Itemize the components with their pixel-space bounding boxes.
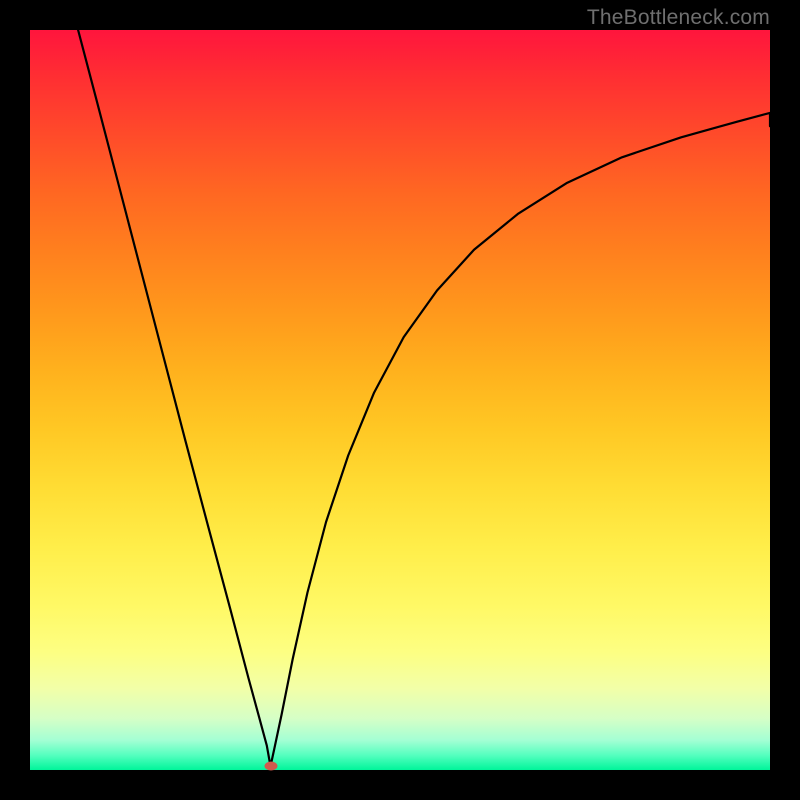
bottleneck-curve — [30, 30, 770, 770]
minimum-marker — [264, 762, 277, 771]
watermark-text: TheBottleneck.com — [587, 6, 770, 30]
plot-area — [30, 30, 770, 770]
chart-frame: TheBottleneck.com — [0, 0, 800, 800]
